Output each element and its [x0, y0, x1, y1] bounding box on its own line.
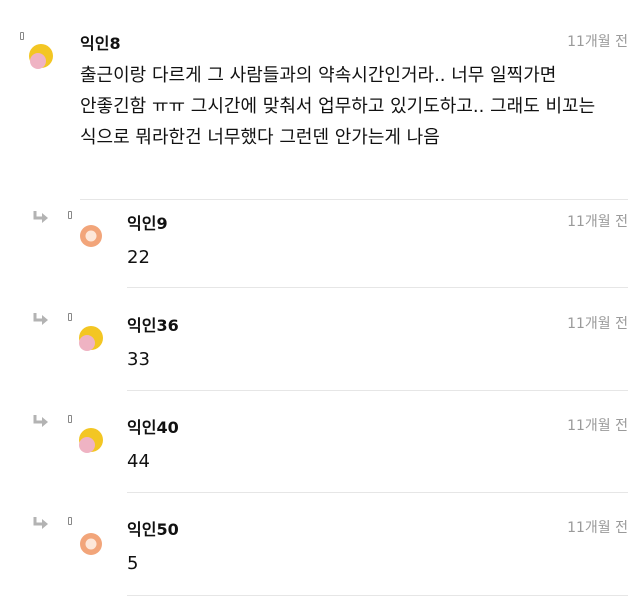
reply-text: 44 [127, 451, 150, 472]
reply-select-marker[interactable] [68, 415, 72, 423]
reply-arrow-icon [33, 211, 48, 223]
reply-select-marker[interactable] [68, 313, 72, 321]
avatar-icon[interactable] [28, 43, 54, 69]
reply-author[interactable]: 익인36 [127, 312, 179, 336]
reply-arrow-icon [33, 415, 48, 427]
reply-divider [127, 492, 628, 493]
reply-timestamp: 11개월 전 [567, 316, 628, 332]
comment-item: 익인8 11개월 전 출근이랑 다르게 그 사람들과의 약속시간인거라.. 너무… [0, 0, 640, 200]
reply-divider [127, 390, 628, 391]
reply-text: 22 [127, 247, 150, 268]
comment-text: 출근이랑 다르게 그 사람들과의 약속시간인거라.. 너무 일찍가면 안좋긴함 … [80, 65, 596, 148]
reply-arrow-icon [33, 313, 48, 325]
avatar-icon[interactable] [77, 428, 103, 454]
reply-author[interactable]: 익인50 [127, 516, 179, 540]
reply-arrow-icon [33, 517, 48, 529]
reply-timestamp: 11개월 전 [567, 418, 628, 434]
reply-timestamp: 11개월 전 [567, 214, 628, 230]
avatar-icon[interactable] [78, 531, 104, 557]
reply-timestamp: 11개월 전 [567, 520, 628, 536]
reply-item: 익인9 11개월 전 22 [0, 200, 640, 290]
reply-item: 익인40 11개월 전 44 [0, 404, 640, 494]
reply-item: 익인36 11개월 전 33 [0, 302, 640, 392]
reply-text: 5 [127, 553, 139, 574]
reply-author[interactable]: 익인9 [127, 210, 168, 234]
comment-timestamp: 11개월 전 [567, 34, 628, 50]
reply-select-marker[interactable] [68, 211, 72, 219]
comment-author[interactable]: 익인8 [80, 30, 121, 54]
reply-item: 익인50 11개월 전 5 [0, 506, 640, 602]
comment-select-marker[interactable] [20, 32, 24, 40]
avatar-icon[interactable] [77, 326, 103, 352]
reply-select-marker[interactable] [68, 517, 72, 525]
reply-divider [127, 595, 628, 596]
reply-divider [127, 287, 628, 288]
reply-author[interactable]: 익인40 [127, 414, 179, 438]
avatar-icon[interactable] [78, 223, 104, 249]
reply-text: 33 [127, 349, 150, 370]
